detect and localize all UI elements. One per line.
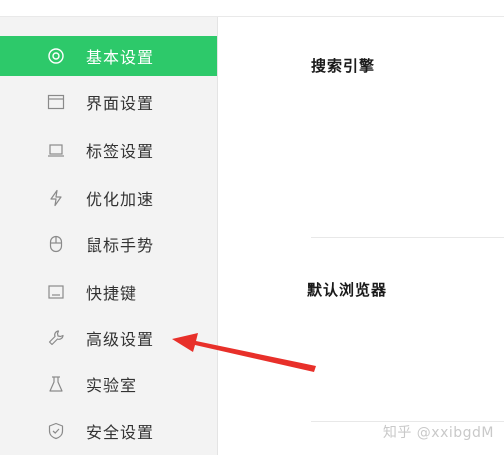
top-strip — [0, 0, 504, 17]
sidebar-item-basic-settings[interactable]: 基本设置 — [0, 36, 217, 76]
sidebar-item-label: 界面设置 — [86, 94, 155, 113]
sidebar-item-label: 快捷键 — [86, 284, 138, 303]
sidebar-item-label: 实验室 — [86, 376, 138, 395]
sidebar-item-label: 优化加速 — [86, 190, 155, 209]
sidebar-item-mouse-gestures[interactable]: 鼠标手势 — [0, 224, 217, 264]
settings-sidebar: 基本设置 界面设置 标签设置 优化加速 鼠标手势 快捷键 高级设置 实验室 安全… — [0, 17, 218, 455]
settings-content: 搜索引擎 默认浏览器 — [218, 17, 504, 455]
sidebar-item-security-settings[interactable]: 安全设置 — [0, 411, 217, 451]
sidebar-item-label: 鼠标手势 — [86, 236, 155, 255]
watermark: 知乎 @xxibgdM — [382, 425, 494, 441]
sidebar-item-label: 基本设置 — [86, 48, 155, 67]
sidebar-item-label: 高级设置 — [86, 330, 155, 349]
sidebar-item-label: 安全设置 — [86, 423, 155, 442]
section-divider — [311, 237, 504, 238]
tab-icon — [47, 141, 65, 159]
section-title-search-engine: 搜索引擎 — [311, 57, 376, 75]
sidebar-item-label: 标签设置 — [86, 142, 155, 161]
shield-icon — [47, 422, 65, 440]
window-icon — [47, 93, 65, 111]
flask-icon — [47, 375, 65, 393]
sidebar-item-optimize-accelerate[interactable]: 优化加速 — [0, 178, 217, 218]
lightning-icon — [47, 189, 65, 207]
keyboard-icon — [47, 283, 65, 301]
sidebar-item-lab[interactable]: 实验室 — [0, 364, 217, 404]
sidebar-item-advanced-settings[interactable]: 高级设置 — [0, 318, 217, 358]
mouse-icon — [47, 235, 65, 253]
settings-window: 基本设置 界面设置 标签设置 优化加速 鼠标手势 快捷键 高级设置 实验室 安全… — [0, 0, 504, 455]
sidebar-item-interface-settings[interactable]: 界面设置 — [0, 82, 217, 122]
sidebar-item-shortcut-keys[interactable]: 快捷键 — [0, 272, 217, 312]
section-title-default-browser: 默认浏览器 — [307, 281, 388, 299]
wrench-icon — [47, 329, 65, 347]
target-icon — [47, 47, 65, 65]
sidebar-item-tab-settings[interactable]: 标签设置 — [0, 130, 217, 170]
